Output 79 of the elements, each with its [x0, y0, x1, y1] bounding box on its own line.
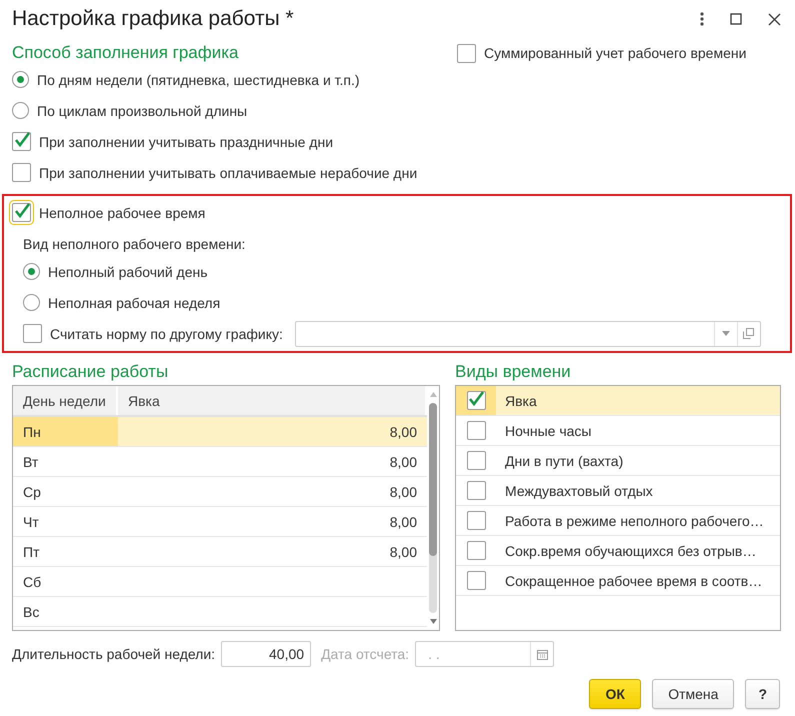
dialog-button[interactable]: ?: [745, 679, 780, 709]
table-cell: Пн: [13, 417, 118, 446]
table-cell-text: 8,00: [388, 512, 418, 532]
table-row[interactable]: Чт 8,00: [13, 507, 427, 537]
dropdown-icon[interactable]: [722, 331, 730, 336]
dialog-button[interactable]: Отмена: [652, 679, 734, 709]
table-row[interactable]: Вт 8,00: [13, 447, 427, 477]
maximize-icon[interactable]: [730, 13, 742, 25]
checkbox[interactable]: [466, 511, 486, 530]
list-item-label: Дни в пути (вахта): [505, 452, 624, 468]
list-row[interactable]: Ночные часы: [456, 416, 780, 446]
checkbox-label: Суммированный учет рабочего времени: [484, 45, 746, 61]
list-item-label: Ночные часы: [505, 422, 592, 438]
list-item-label: Междувахтовый отдых: [505, 482, 653, 498]
week-length-field[interactable]: 40,00: [221, 641, 312, 667]
list-item-label: Явка: [505, 392, 537, 408]
list-row[interactable]: Сокращенное рабочее время в соотв…: [456, 566, 780, 596]
checkbox-label: При заполнении учитывать оплачиваемые нерабочие дни: [39, 164, 418, 180]
table-cell-text: Сб: [22, 572, 42, 592]
dialog-button[interactable]: ОК: [589, 679, 642, 709]
list-row[interactable]: Явка: [456, 386, 780, 416]
checkbox[interactable]: [466, 421, 486, 440]
table-row[interactable]: Ср 8,00: [13, 477, 427, 507]
table-cell-text: 8,00: [388, 422, 418, 442]
checkbox[interactable]: [466, 571, 486, 590]
table-cell-text: 8,00: [388, 542, 418, 562]
table-cell-text: Вс: [22, 602, 40, 622]
section-heading: Способ заполнения графика: [12, 42, 240, 64]
table-cell-text: Ср: [22, 482, 42, 502]
checkbox-label: Считать норму по другому графику:: [50, 326, 283, 342]
table-row[interactable]: Пт 8,00: [13, 537, 427, 567]
radio-label: Неполный рабочий день: [48, 264, 208, 280]
field-label: Длительность рабочей недели:: [12, 646, 216, 662]
checkbox[interactable]: [12, 132, 31, 151]
checkbox[interactable]: [466, 481, 486, 500]
radio-label: По дням недели (пятидневка, шестидневка и т.п.): [37, 72, 360, 88]
radio-button[interactable]: [23, 263, 40, 280]
checkbox-label: Неполное рабочее время: [39, 204, 206, 220]
checkbox[interactable]: [23, 324, 42, 343]
checkbox[interactable]: [466, 451, 486, 470]
checkbox[interactable]: [466, 391, 486, 410]
list-row[interactable]: Дни в пути (вахта): [456, 446, 780, 476]
section-heading: Виды времени: [455, 361, 572, 383]
close-icon[interactable]: [768, 12, 781, 26]
list-row[interactable]: Работа в режиме неполного рабочего…: [456, 506, 780, 536]
checkbox[interactable]: [12, 163, 31, 182]
table-cell-text: Вт: [22, 452, 40, 472]
group-label: Вид неполного рабочего времени:: [23, 235, 246, 254]
radio-button[interactable]: [12, 102, 29, 119]
checkbox[interactable]: [12, 203, 31, 222]
radio-label: Неполная рабочая неделя: [48, 294, 220, 310]
checkbox[interactable]: [457, 44, 476, 62]
table-cell-text: 8,00: [388, 482, 418, 502]
open-icon[interactable]: [743, 328, 754, 339]
radio-button[interactable]: [12, 71, 29, 88]
list-item-label: Сокращенное рабочее время в соотв…: [505, 572, 762, 588]
list-row[interactable]: Сокр.время обучающихся без отрыв…: [456, 536, 780, 566]
table-cell-text: 8,00: [388, 452, 418, 472]
section-heading: Расписание работы: [12, 361, 170, 383]
checkbox[interactable]: [466, 541, 486, 560]
checkbox-label: При заполнении учитывать праздничные дни: [39, 134, 334, 150]
scroll-up-icon[interactable]: [430, 392, 436, 397]
list-item-label: Работа в режиме неполного рабочего…: [505, 512, 764, 528]
list-row[interactable]: Междувахтовый отдых: [456, 476, 780, 506]
window-title: Настройка графика работы *: [12, 7, 294, 31]
list-item-label: Сокр.время обучающихся без отрыв…: [505, 542, 756, 558]
schedule-select-field[interactable]: [294, 320, 761, 346]
table-row[interactable]: Сб: [13, 567, 427, 597]
more-icon[interactable]: [700, 12, 704, 26]
radio-button[interactable]: [23, 294, 40, 311]
scroll-down-icon[interactable]: [430, 619, 436, 624]
table-row[interactable]: Вс: [13, 597, 427, 627]
radio-label: По циклам произвольной длины: [37, 102, 248, 118]
table-cell-text: Чт: [22, 512, 40, 532]
column-header[interactable]: День недели: [13, 386, 118, 415]
table-cell-text: Пт: [22, 542, 40, 562]
table-row[interactable]: Пн 8,00: [13, 417, 427, 447]
column-header[interactable]: Явка: [118, 386, 427, 415]
field-label: Дата отсчета:: [321, 646, 410, 662]
